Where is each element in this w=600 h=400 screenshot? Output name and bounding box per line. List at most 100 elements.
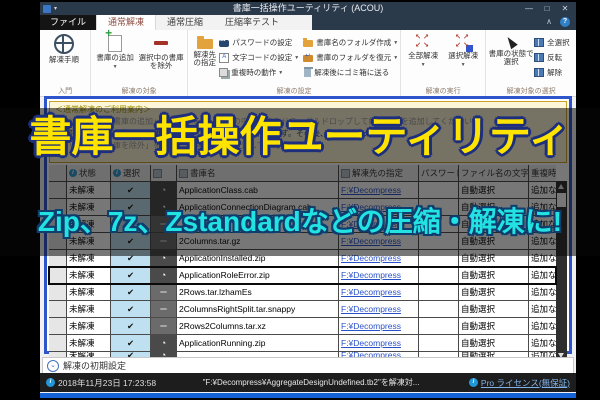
help-icon[interactable]: ?	[560, 17, 570, 27]
send-to-trash-button[interactable]: 解凍後にゴミ箱に送る	[303, 65, 398, 80]
row-selector-cell[interactable]	[49, 335, 67, 351]
ribbon-group-intro: 解凍手順 入門	[40, 30, 91, 96]
window-bottom-accent	[40, 393, 576, 398]
select-by-state-button[interactable]: 書庫の状態で選択	[488, 32, 534, 87]
archive-type-icon	[151, 267, 176, 283]
charset-cell[interactable]: 自動選択	[459, 335, 529, 351]
row-selector-cell[interactable]	[49, 284, 67, 300]
initial-settings-expander[interactable]: ⌄ 解凍の初期設定	[42, 357, 574, 374]
minimize-button[interactable]: —	[520, 4, 538, 13]
destination-link[interactable]: F:¥Decompress	[341, 321, 401, 331]
password-key-icon	[219, 40, 229, 47]
password-cell[interactable]	[419, 335, 459, 351]
check-cell[interactable]: ✔	[111, 318, 151, 334]
add-document-icon	[108, 35, 122, 52]
globe-icon	[54, 34, 74, 54]
check-cell[interactable]: ✔	[111, 301, 151, 317]
password-cell[interactable]	[419, 284, 459, 300]
charset-cell[interactable]: 自動選択	[459, 284, 529, 300]
tab-compression-test[interactable]: 圧縮率テスト	[214, 15, 290, 30]
dropdown-arrow-icon: ▼	[421, 61, 426, 69]
ribbon-group-settings: 解凍先の指定 パスワードの設定 文字コードの設定 ▼ 重複時の動作 ▼	[188, 30, 401, 96]
archive-type-icon	[151, 284, 176, 300]
add-archive-button[interactable]: 書庫の追加 ▼	[93, 32, 137, 87]
table-row[interactable]: 未解凍 ✔ 2Rows.tar.lzhamEs F:¥Decompress 自動…	[49, 284, 556, 301]
password-cell[interactable]	[419, 301, 459, 317]
table-row[interactable]: 未解凍 ✔ ApplicationRunning.zip F:¥Decompre…	[49, 335, 556, 352]
duplicate-cell[interactable]: 追加なし	[529, 318, 556, 334]
charcode-settings-button[interactable]: 文字コードの設定 ▼	[219, 50, 299, 65]
restore-archive-folder-button[interactable]: 書庫のフォルダを復元 ▼	[303, 50, 398, 65]
destination-link[interactable]: F:¥Decompress	[341, 287, 401, 297]
title-bar: ▾ 書庫一括操作ユーティリティ (ACOU) — □ ✕	[40, 2, 576, 15]
extract-selected-button[interactable]: 選択解凍 ▼	[443, 32, 483, 87]
row-selector-cell[interactable]	[49, 318, 67, 334]
duplicate-cell[interactable]: 追加なし	[529, 284, 556, 300]
type-cell	[151, 284, 177, 300]
destination-link[interactable]: F:¥Decompress	[341, 270, 401, 280]
archive-name-cell: ApplicationRunning.zip	[177, 335, 339, 351]
password-settings-button[interactable]: パスワードの設定	[219, 35, 299, 50]
status-datetime: 2018年11月23日 17:23:58	[58, 377, 156, 389]
charset-cell[interactable]: 自動選択	[459, 301, 529, 317]
cursor-icon	[504, 35, 517, 49]
dropdown-arrow-icon: ▼	[461, 61, 466, 69]
destination-cell: F:¥Decompress	[339, 267, 419, 283]
status-datetime-block: i 2018年11月23日 17:23:58	[43, 377, 156, 389]
dest-folder-button[interactable]: 解凍先の指定	[190, 32, 219, 87]
duplicate-cell[interactable]: 追加なし	[529, 267, 556, 283]
chevron-down-icon: ⌄	[47, 360, 59, 372]
row-selector-cell[interactable]	[49, 301, 67, 317]
duplicate-cell[interactable]: 追加なし	[529, 301, 556, 317]
archive-name-cell: ApplicationRoleError.zip	[177, 267, 339, 283]
table-row[interactable]: 未解凍 ✔ ApplicationRoleError.zip F:¥Decomp…	[49, 267, 556, 284]
character-code-icon	[219, 53, 229, 63]
ribbon-tab-strip: ファイル 通常解凍 通常圧縮 圧縮率テスト ∧ ?	[40, 15, 576, 30]
status-cell: 未解凍	[67, 267, 111, 283]
destination-cell: F:¥Decompress	[339, 284, 419, 300]
destination-link[interactable]: F:¥Decompress	[341, 338, 401, 348]
row-selector-cell[interactable]	[49, 267, 67, 283]
archive-name-cell: 2Rows.tar.lzhamEs	[177, 284, 339, 300]
create-archive-folder-button[interactable]: 書庫名のフォルダ作成 ▼	[303, 35, 398, 50]
license-block: i Pro ライセンス(無保証)	[466, 377, 570, 389]
clear-selection-button[interactable]: 解除	[534, 65, 570, 80]
window-title: 書庫一括操作ユーティリティ (ACOU)	[40, 2, 576, 15]
ribbon-group-selection: 書庫の状態で選択 全選択 反転 解除 解凍対象の選択	[486, 30, 576, 96]
archive-name-cell: 2ColumnsRightSplit.tar.snappy	[177, 301, 339, 317]
check-cell[interactable]: ✔	[111, 267, 151, 283]
archive-name-cell: 2Rows2Columns.tar.xz	[177, 318, 339, 334]
tab-file[interactable]: ファイル	[40, 15, 96, 30]
table-row[interactable]: 未解凍 ✔ 2ColumnsRightSplit.tar.snappy F:¥D…	[49, 301, 556, 318]
destination-cell: F:¥Decompress	[339, 318, 419, 334]
check-cell[interactable]: ✔	[111, 284, 151, 300]
tab-normal-compress[interactable]: 通常圧縮	[156, 15, 214, 30]
invert-selection-button[interactable]: 反転	[534, 50, 570, 65]
maximize-button[interactable]: □	[538, 4, 556, 13]
destination-cell: F:¥Decompress	[339, 335, 419, 351]
dropdown-arrow-icon: ▼	[294, 55, 299, 61]
password-cell[interactable]	[419, 318, 459, 334]
duplicate-cell[interactable]: 追加なし	[529, 335, 556, 351]
status-cell: 未解凍	[67, 301, 111, 317]
type-cell	[151, 318, 177, 334]
duplicate-files-icon	[219, 68, 228, 77]
charset-cell[interactable]: 自動選択	[459, 318, 529, 334]
destination-link[interactable]: F:¥Decompress	[341, 304, 401, 314]
extract-steps-button[interactable]: 解凍手順	[42, 32, 86, 87]
license-link[interactable]: Pro ライセンス(無保証)	[481, 377, 570, 389]
select-all-button[interactable]: 全選択	[534, 35, 570, 50]
dropdown-arrow-icon: ▼	[113, 63, 118, 71]
folder-icon	[197, 39, 213, 49]
charset-cell[interactable]: 自動選択	[459, 267, 529, 283]
ribbon-collapse-icon[interactable]: ∧	[546, 17, 552, 26]
check-cell[interactable]: ✔	[111, 335, 151, 351]
close-button[interactable]: ✕	[556, 4, 574, 13]
archive-type-icon	[151, 318, 176, 334]
table-row[interactable]: 未解凍 ✔ 2Rows2Columns.tar.xz F:¥Decompress…	[49, 318, 556, 335]
extract-all-button[interactable]: 全部解凍 ▼	[403, 32, 443, 87]
password-cell[interactable]	[419, 267, 459, 283]
duplicate-action-button[interactable]: 重複時の動作 ▼	[219, 65, 299, 80]
remove-selected-button[interactable]: 選択中の書庫を除外	[137, 32, 185, 87]
destination-cell: F:¥Decompress	[339, 301, 419, 317]
